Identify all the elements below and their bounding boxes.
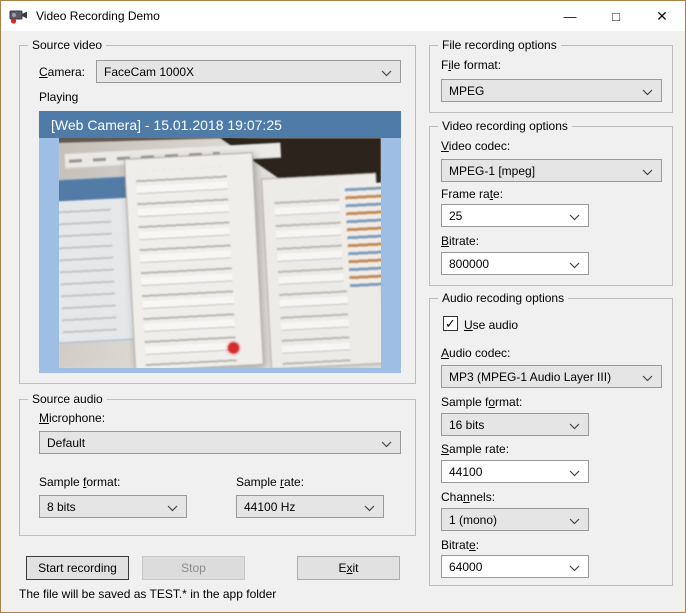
channels-label: Channels: — [441, 490, 495, 504]
chevron-down-icon — [642, 169, 653, 176]
window-title: Video Recording Demo — [36, 9, 160, 23]
app-window: Video Recording Demo — □ ✕ Source video … — [0, 0, 686, 613]
group-title-source-video: Source video — [28, 38, 106, 52]
chevron-down-icon — [167, 505, 178, 512]
status-text: The file will be saved as TEST.* in the … — [19, 587, 276, 601]
audio-sample-rate-label: Sample rate: — [441, 442, 509, 456]
sample-format-value: 8 bits — [47, 500, 76, 514]
chevron-down-icon — [569, 470, 580, 477]
maximize-button[interactable]: □ — [593, 1, 639, 31]
video-codec-combobox[interactable]: MPEG-1 [mpeg] — [441, 159, 662, 182]
file-format-label: File format: — [441, 58, 501, 72]
video-preview-titlebar: [Web Camera] - 15.01.2018 19:07:25 — [39, 111, 401, 138]
audio-codec-label: Audio codec: — [441, 346, 510, 360]
chevron-down-icon — [569, 262, 580, 269]
audio-sample-format-label: Sample format: — [441, 395, 522, 409]
frame-rate-combobox[interactable]: 25 — [441, 204, 589, 227]
chevron-down-icon — [381, 70, 392, 77]
audio-codec-combobox[interactable]: MP3 (MPEG-1 Audio Layer III) — [441, 365, 662, 388]
file-format-combobox[interactable]: MPEG — [441, 79, 662, 102]
window-controls: — □ ✕ — [547, 1, 685, 31]
chevron-down-icon — [381, 441, 392, 448]
use-audio-checkbox[interactable]: ✓ — [443, 316, 458, 331]
audio-codec-value: MP3 (MPEG-1 Audio Layer III) — [449, 370, 611, 384]
sample-format-label: Sample format: — [39, 475, 120, 489]
video-preview-title: [Web Camera] - 15.01.2018 19:07:25 — [51, 117, 282, 133]
group-title-audio-options: Audio recoding options — [438, 291, 568, 305]
video-bitrate-value: 800000 — [449, 257, 489, 271]
audio-sample-format-combobox[interactable]: 16 bits — [441, 413, 589, 436]
playing-label: Playing — [39, 90, 78, 104]
close-button[interactable]: ✕ — [639, 1, 685, 31]
frame-rate-label: Frame rate: — [441, 187, 503, 201]
use-audio-label[interactable]: Use audio — [464, 318, 518, 332]
chevron-down-icon — [642, 89, 653, 96]
chevron-down-icon — [569, 565, 580, 572]
video-codec-value: MPEG-1 [mpeg] — [449, 164, 535, 178]
group-title-video-options: Video recording options — [438, 119, 572, 133]
chevron-down-icon — [642, 375, 653, 382]
frame-rate-value: 25 — [449, 209, 462, 223]
audio-sample-rate-value: 44100 — [449, 465, 482, 479]
microphone-combobox[interactable]: Default — [39, 431, 401, 454]
chevron-down-icon — [569, 423, 580, 430]
exit-button[interactable]: Exit — [297, 556, 400, 580]
video-bitrate-label: Bitrate: — [441, 234, 479, 248]
channels-combobox[interactable]: 1 (mono) — [441, 508, 589, 531]
video-bitrate-combobox[interactable]: 800000 — [441, 252, 589, 275]
file-format-value: MPEG — [449, 84, 484, 98]
group-title-file-options: File recording options — [438, 38, 561, 52]
channels-value: 1 (mono) — [449, 513, 497, 527]
title-bar: Video Recording Demo — □ ✕ — [1, 1, 685, 31]
audio-bitrate-label: Bitrate: — [441, 538, 479, 552]
audio-sample-format-value: 16 bits — [449, 418, 484, 432]
checkmark-icon: ✓ — [445, 317, 456, 330]
camera-label: Camera: — [39, 65, 85, 79]
sample-rate-label: Sample rate: — [236, 475, 304, 489]
video-codec-label: Video codec: — [441, 139, 510, 153]
chevron-down-icon — [569, 518, 580, 525]
camera-value: FaceCam 1000X — [104, 65, 194, 79]
video-preview: [Web Camera] - 15.01.2018 19:07:25 — [39, 111, 401, 373]
audio-sample-rate-combobox[interactable]: 44100 — [441, 460, 589, 483]
sample-format-combobox[interactable]: 8 bits — [39, 495, 187, 518]
microphone-label: Microphone: — [39, 411, 105, 425]
minimize-button[interactable]: — — [547, 1, 593, 31]
audio-bitrate-combobox[interactable]: 64000 — [441, 555, 589, 578]
webcam-image — [59, 138, 381, 368]
stop-button: Stop — [142, 556, 245, 580]
sample-rate-value: 44100 Hz — [244, 500, 295, 514]
app-icon — [9, 8, 29, 25]
camera-combobox[interactable]: FaceCam 1000X — [96, 60, 401, 83]
audio-bitrate-value: 64000 — [449, 560, 482, 574]
group-title-source-audio: Source audio — [28, 392, 107, 406]
sample-rate-combobox[interactable]: 44100 Hz — [236, 495, 384, 518]
chevron-down-icon — [364, 505, 375, 512]
chevron-down-icon — [569, 214, 580, 221]
start-recording-button[interactable]: Start recording — [26, 556, 129, 580]
video-preview-frame — [39, 138, 401, 373]
microphone-value: Default — [47, 436, 85, 450]
